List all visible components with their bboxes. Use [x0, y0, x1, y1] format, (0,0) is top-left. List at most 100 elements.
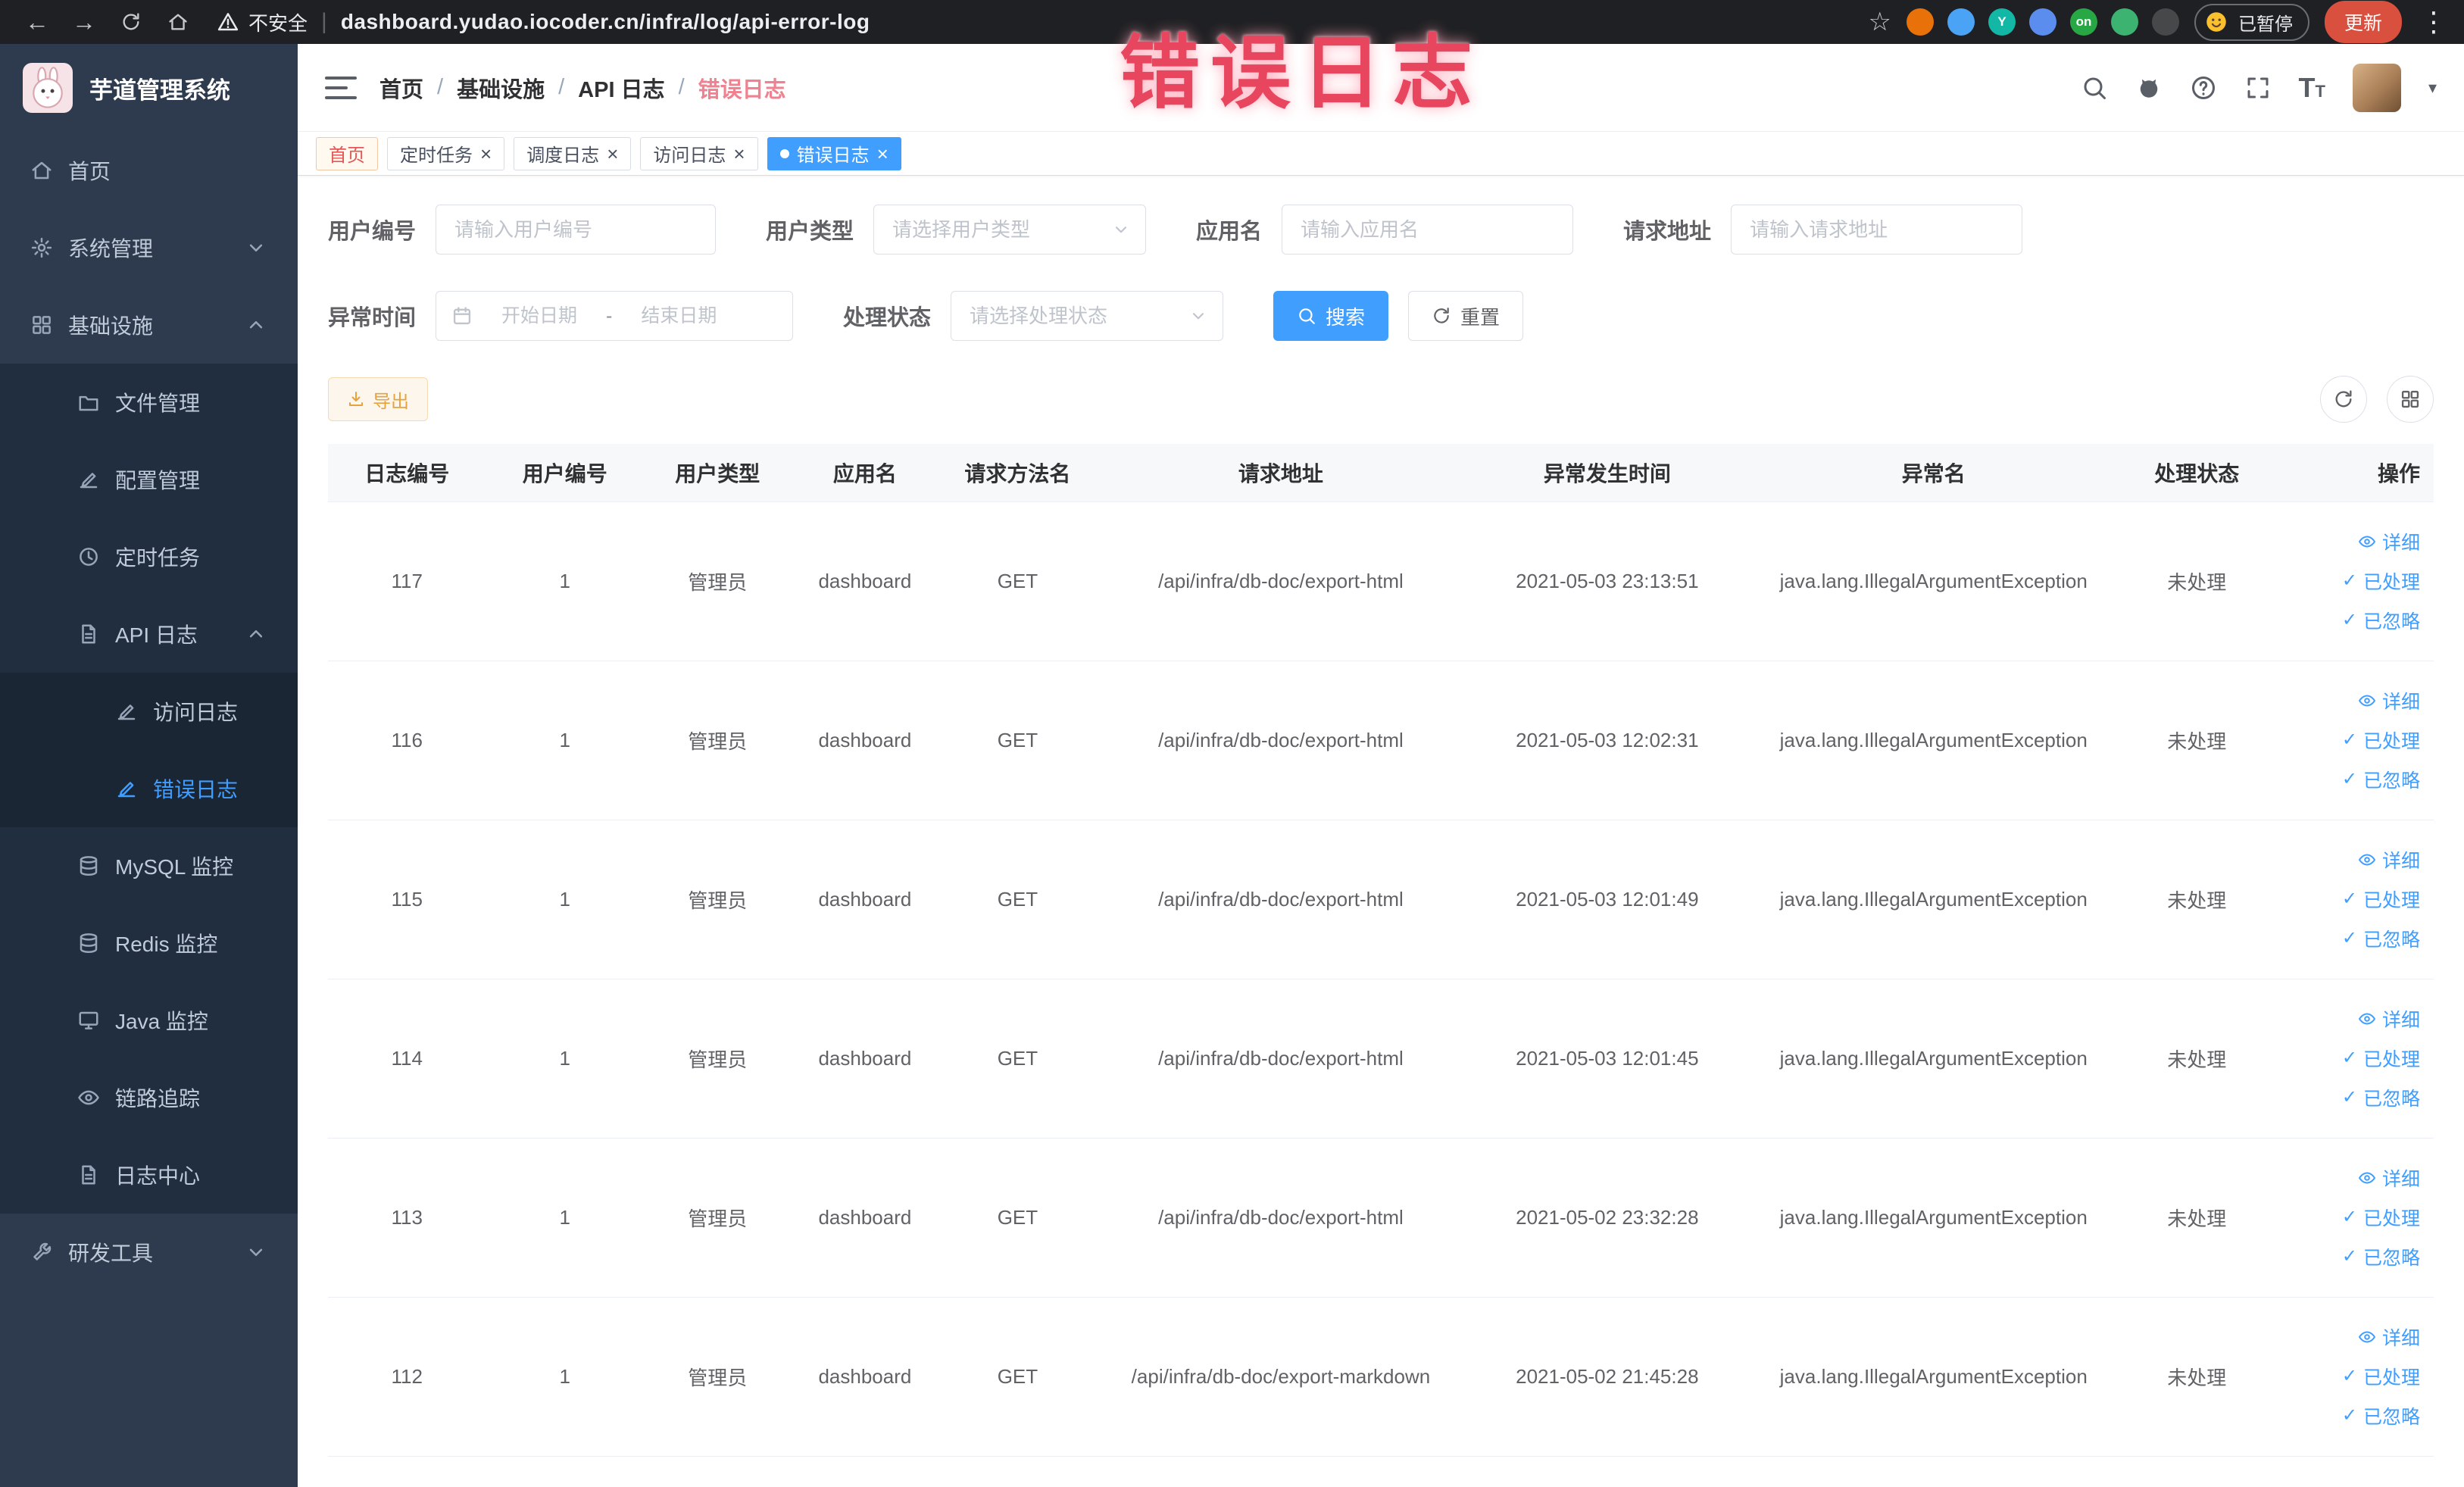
extension-icons: Yon — [1906, 8, 2179, 36]
processed-link[interactable]: ✓ 已处理 — [2342, 726, 2420, 754]
error-log-table: 日志编号 用户编号 用户类型 应用名 请求方法名 请求地址 异常发生时间 异常名 处理状态 操作 … — [328, 444, 2434, 1457]
sidebar-item[interactable]: 首页 — [0, 132, 298, 209]
fullscreen-icon[interactable] — [2244, 74, 2272, 102]
ignored-link[interactable]: ✓ 已忽略 — [2342, 1243, 2420, 1270]
avatar[interactable] — [2352, 63, 2401, 112]
processed-link[interactable]: ✓ 已处理 — [2342, 1045, 2420, 1072]
ignored-link[interactable]: ✓ 已忽略 — [2342, 607, 2420, 634]
end-date-input[interactable] — [621, 305, 737, 327]
ignored-link[interactable]: ✓ 已忽略 — [2342, 766, 2420, 793]
processed-link[interactable]: ✓ 已处理 — [2342, 886, 2420, 913]
tab[interactable]: 首页 — [316, 136, 378, 170]
sidebar-item[interactable]: API 日志 — [0, 595, 298, 673]
sidebar-item[interactable]: 定时任务 — [0, 518, 298, 595]
search-icon[interactable] — [2081, 74, 2108, 102]
detail-link[interactable]: 详细 — [2358, 1323, 2420, 1351]
breadcrumb-item[interactable]: 错误日志 / — [698, 72, 786, 104]
site-security[interactable]: 不安全 — [217, 8, 308, 36]
ignored-link[interactable]: ✓ 已忽略 — [2342, 1084, 2420, 1111]
home-icon[interactable] — [158, 5, 198, 39]
ignored-link[interactable]: ✓ 已忽略 — [2342, 925, 2420, 952]
bookmark-star-icon[interactable]: ☆ — [1869, 7, 1891, 37]
check-icon: ✓ — [2341, 1207, 2357, 1227]
tab-close-icon[interactable]: × — [733, 144, 745, 164]
breadcrumb-item[interactable]: 基础设施 / — [457, 72, 578, 104]
extension-icon[interactable] — [1947, 8, 1975, 36]
tab[interactable]: 错误日志 × — [767, 136, 901, 170]
caret-down-icon[interactable]: ▾ — [2428, 78, 2437, 98]
start-date-input[interactable] — [482, 305, 598, 327]
reset-button[interactable]: 重置 — [1408, 291, 1524, 341]
processed-link[interactable]: ✓ 已处理 — [2342, 1204, 2420, 1231]
breadcrumb-item[interactable]: 首页 / — [379, 72, 457, 104]
extension-icon[interactable] — [2028, 8, 2056, 36]
extension-icon[interactable] — [2110, 8, 2138, 36]
processed-link[interactable]: ✓ 已处理 — [2342, 567, 2420, 595]
update-button[interactable]: 更新 — [2324, 1, 2402, 43]
address-bar[interactable]: dashboard.yudao.iocoder.cn/infra/log/api… — [341, 10, 870, 34]
sidebar-item[interactable]: 链路追踪 — [0, 1059, 298, 1136]
sidebar-item[interactable]: 系统管理 — [0, 209, 298, 286]
browser-menu-icon[interactable]: ⋮ — [2420, 6, 2447, 38]
refresh-table-button[interactable] — [2320, 376, 2367, 423]
date-range-picker[interactable]: - — [436, 291, 794, 341]
user-type-select[interactable] — [873, 205, 1147, 255]
column-header: 异常名 — [1749, 444, 2118, 502]
doc-icon — [77, 1164, 100, 1186]
extension-icon[interactable]: on — [2069, 8, 2097, 36]
forward-icon[interactable]: → — [64, 5, 105, 39]
table-row: 116 1 管理员 dashboard GET /api/infra/db-do… — [328, 661, 2434, 820]
column-header: 异常发生时间 — [1465, 444, 1750, 502]
tab-close-icon[interactable]: × — [877, 144, 888, 164]
extension-icon[interactable] — [1906, 8, 1934, 36]
ignored-link[interactable]: ✓ 已忽略 — [2342, 1402, 2420, 1429]
font-size-icon[interactable]: TT — [2299, 73, 2325, 102]
filter-request-url: 请求地址 — [1623, 205, 2023, 255]
detail-link[interactable]: 详细 — [2358, 1005, 2420, 1032]
extension-icon[interactable]: Y — [1988, 8, 2016, 36]
back-icon[interactable]: ← — [17, 5, 58, 39]
help-icon[interactable] — [2190, 74, 2217, 102]
eye-icon — [2358, 1328, 2376, 1346]
sidebar-item[interactable]: 日志中心 — [0, 1136, 298, 1214]
tab-close-icon[interactable]: × — [607, 144, 618, 164]
logo-image — [23, 63, 73, 113]
processed-link[interactable]: ✓ 已处理 — [2342, 1363, 2420, 1390]
reload-icon[interactable] — [111, 5, 151, 39]
sidebar-item[interactable]: 文件管理 — [0, 364, 298, 441]
paused-badge[interactable]: 已暂停 — [2194, 3, 2309, 41]
detail-link[interactable]: 详细 — [2358, 1164, 2420, 1192]
detail-link[interactable]: 详细 — [2358, 687, 2420, 714]
sidebar-item[interactable]: 访问日志 — [0, 673, 298, 750]
column-settings-button[interactable] — [2387, 376, 2434, 423]
tab[interactable]: 访问日志 × — [640, 136, 758, 170]
export-button[interactable]: 导出 — [328, 377, 428, 421]
sidebar-item[interactable]: 基础设施 — [0, 286, 298, 364]
detail-link[interactable]: 详细 — [2358, 846, 2420, 873]
eye-icon — [2358, 692, 2376, 710]
search-icon — [1297, 306, 1316, 326]
github-icon[interactable] — [2135, 74, 2163, 102]
sidebar-item[interactable]: 研发工具 — [0, 1214, 298, 1291]
check-icon: ✓ — [2341, 1048, 2357, 1068]
process-status-select[interactable] — [951, 291, 1224, 341]
app-name-input[interactable] — [1282, 205, 1574, 255]
tab[interactable]: 定时任务 × — [387, 136, 505, 170]
sidebar-item[interactable]: 配置管理 — [0, 441, 298, 518]
tab-close-icon[interactable]: × — [480, 144, 492, 164]
tab[interactable]: 调度日志 × — [514, 136, 632, 170]
table-row: 113 1 管理员 dashboard GET /api/infra/db-do… — [328, 1138, 2434, 1298]
sidebar-collapse-icon[interactable] — [325, 76, 357, 99]
sidebar-item[interactable]: MySQL 监控 — [0, 827, 298, 904]
detail-link[interactable]: 详细 — [2358, 528, 2420, 555]
extension-icon[interactable] — [2151, 8, 2179, 36]
cell-user-type: 管理员 — [644, 979, 792, 1139]
refresh-icon — [2333, 389, 2354, 410]
sidebar-item[interactable]: 错误日志 — [0, 750, 298, 827]
user-id-input[interactable] — [436, 205, 717, 255]
search-button[interactable]: 搜索 — [1273, 291, 1389, 341]
sidebar-item[interactable]: Redis 监控 — [0, 904, 298, 982]
request-url-input[interactable] — [1731, 205, 2023, 255]
sidebar-item[interactable]: Java 监控 — [0, 982, 298, 1059]
breadcrumb-item[interactable]: API 日志 / — [578, 72, 698, 104]
